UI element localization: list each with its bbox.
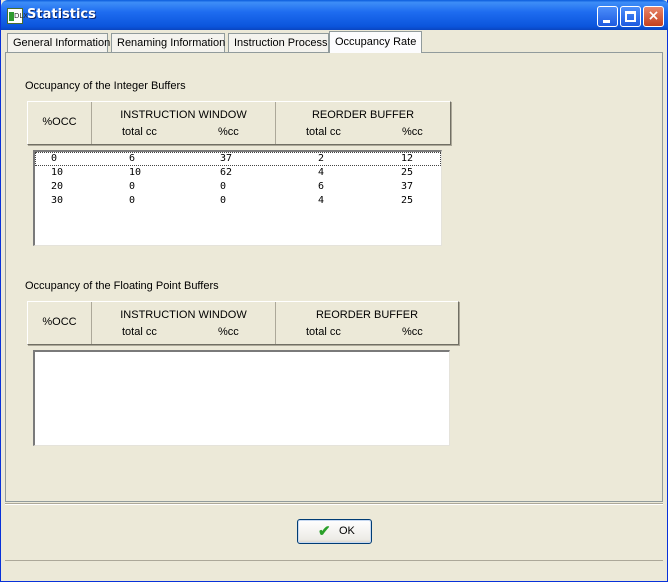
- table-row[interactable]: 10 10 62 4 25: [35, 166, 441, 180]
- tab-general-information[interactable]: General Information: [7, 33, 110, 53]
- close-button[interactable]: ×: [643, 6, 664, 27]
- ok-label: OK: [339, 525, 355, 537]
- checkmark-icon: ✔: [318, 523, 331, 540]
- footer-separator: [5, 503, 663, 505]
- statistics-window: DLX Statistics × General Information Ren…: [0, 0, 668, 582]
- table-row[interactable]: 20 0 0 6 37: [35, 180, 441, 194]
- app-icon: DLX: [7, 8, 28, 24]
- fp-occupancy-list[interactable]: [33, 350, 450, 446]
- maximize-icon: [625, 11, 636, 22]
- header-reorder-buffer[interactable]: REORDER BUFFER total cc %cc: [276, 102, 450, 144]
- header-occ[interactable]: %OCC: [28, 102, 92, 144]
- minimize-button[interactable]: [597, 6, 618, 27]
- table-row[interactable]: 30 0 0 4 25: [35, 194, 441, 208]
- header-instruction-window[interactable]: INSTRUCTION WINDOW total cc %cc: [92, 302, 276, 344]
- fp-buffers-title: Occupancy of the Floating Point Buffers: [25, 280, 219, 292]
- tab-renaming-information[interactable]: Renaming Information: [111, 33, 225, 53]
- ok-button[interactable]: ✔ OK: [297, 519, 372, 544]
- tab-instruction-process[interactable]: Instruction Process: [228, 33, 329, 53]
- integer-buffers-title: Occupancy of the Integer Buffers: [25, 80, 186, 92]
- close-icon: ×: [647, 8, 660, 24]
- window-title: Statistics: [27, 7, 96, 22]
- maximize-button[interactable]: [620, 6, 641, 27]
- tab-occupancy-rate[interactable]: Occupancy Rate: [329, 31, 422, 53]
- header-reorder-buffer[interactable]: REORDER BUFFER total cc %cc: [276, 302, 458, 344]
- header-occ[interactable]: %OCC: [28, 302, 92, 344]
- integer-occupancy-list[interactable]: 0 6 37 2 12 10 10 62 4 25 20 0 0 6 37 30…: [33, 150, 442, 246]
- fp-table-header: %OCC INSTRUCTION WINDOW total cc %cc REO…: [27, 301, 459, 345]
- header-instruction-window[interactable]: INSTRUCTION WINDOW total cc %cc: [92, 102, 276, 144]
- status-bar: [5, 560, 663, 578]
- table-row[interactable]: 0 6 37 2 12: [35, 152, 441, 166]
- title-bar[interactable]: DLX Statistics ×: [1, 0, 668, 30]
- integer-table-header: %OCC INSTRUCTION WINDOW total cc %cc REO…: [27, 101, 451, 145]
- minimize-icon: [603, 20, 610, 23]
